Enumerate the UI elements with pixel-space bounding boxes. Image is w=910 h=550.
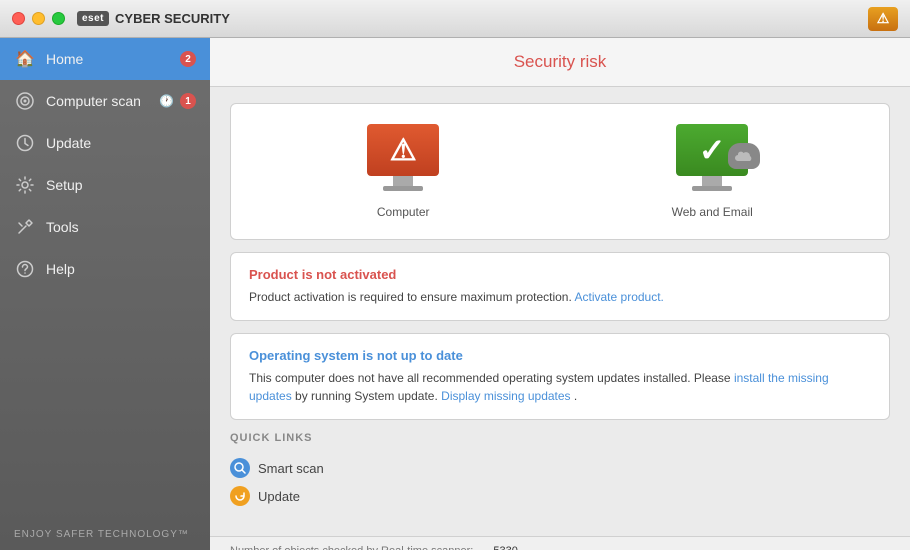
tools-icon — [14, 216, 36, 238]
monitor-stand-right — [702, 176, 722, 186]
sidebar: 🏠 Home 2 Computer scan 🕐 1 — [0, 38, 210, 550]
os-update-alert: Operating system is not up to date This … — [230, 333, 890, 420]
quick-link-update[interactable]: Update — [230, 482, 890, 510]
footer-stats: Number of objects checked by Real-time s… — [210, 536, 910, 550]
sidebar-item-computer-scan[interactable]: Computer scan 🕐 1 — [0, 80, 210, 122]
activate-product-link[interactable]: Activate product. — [575, 290, 664, 304]
os-text-start: This computer does not have all recommen… — [249, 371, 731, 385]
sidebar-item-tools[interactable]: Tools — [0, 206, 210, 248]
sidebar-label-setup: Setup — [46, 177, 83, 193]
app-title: CYBER SECURITY — [115, 11, 230, 26]
app-logo: eset CYBER SECURITY — [77, 11, 230, 26]
os-text-end: . — [574, 389, 577, 403]
update-ql-icon — [230, 486, 250, 506]
main-header: Security risk — [210, 38, 910, 87]
eset-badge: eset — [77, 11, 109, 26]
computer-monitor: ⚠ — [367, 124, 439, 191]
alert-icon: ⚠ — [877, 10, 890, 27]
traffic-lights — [12, 12, 65, 25]
sidebar-label-tools: Tools — [46, 219, 79, 235]
home-icon: 🏠 — [14, 48, 36, 70]
status-cards: ⚠ Computer ✓ — [230, 103, 890, 240]
main-content: Security risk ⚠ Computer — [210, 38, 910, 550]
sidebar-footer: ENJOY SAFER TECHNOLOGY™ — [0, 519, 210, 550]
computer-monitor-screen: ⚠ — [367, 124, 439, 176]
quick-links: QUICK LINKS Smart scan — [230, 432, 890, 520]
sidebar-label-scan: Computer scan — [46, 93, 141, 109]
display-updates-link[interactable]: Display missing updates — [441, 389, 570, 403]
stat-row-1: Number of objects checked by Real-time s… — [230, 545, 890, 550]
sidebar-item-home[interactable]: 🏠 Home 2 — [0, 38, 210, 80]
activation-text-body: Product activation is required to ensure… — [249, 290, 572, 304]
update-icon — [14, 132, 36, 154]
scan-icon-svg — [234, 462, 246, 474]
update-ql-label: Update — [258, 489, 300, 504]
update-icon-svg — [234, 490, 246, 502]
web-email-card-label: Web and Email — [672, 205, 753, 219]
sidebar-item-update[interactable]: Update — [0, 122, 210, 164]
sidebar-item-help[interactable]: Help — [0, 248, 210, 290]
os-update-title: Operating system is not up to date — [249, 348, 871, 363]
computer-card: ⚠ Computer — [367, 124, 439, 219]
setup-icon — [14, 174, 36, 196]
alert-button[interactable]: ⚠ — [868, 7, 898, 31]
activation-title: Product is not activated — [249, 267, 871, 282]
stat-value-1: 5330 — [493, 545, 517, 550]
maximize-button[interactable] — [52, 12, 65, 25]
quick-link-smart-scan[interactable]: Smart scan — [230, 454, 890, 482]
clock-icon: 🕐 — [159, 94, 174, 108]
title-bar: eset CYBER SECURITY ⚠ — [0, 0, 910, 38]
monitor-stand-left — [393, 176, 413, 186]
web-email-card: ✓ Web and Email — [672, 124, 753, 219]
computer-scan-icon — [14, 90, 36, 112]
monitor-base-right — [692, 186, 732, 191]
monitor-base-left — [383, 186, 423, 191]
web-email-monitor-wrap: ✓ — [676, 124, 748, 191]
home-badge: 2 — [180, 51, 196, 67]
cloud-badge — [728, 143, 760, 169]
sidebar-label-help: Help — [46, 261, 75, 277]
os-update-text: This computer does not have all recommen… — [249, 369, 871, 405]
smart-scan-label: Smart scan — [258, 461, 324, 476]
sidebar-label-home: Home — [46, 51, 83, 67]
check-symbol: ✓ — [699, 131, 726, 169]
cloud-icon — [734, 149, 754, 163]
minimize-button[interactable] — [32, 12, 45, 25]
quick-links-title: QUICK LINKS — [230, 432, 890, 444]
os-text-mid: by running System update. — [295, 389, 438, 403]
activation-alert: Product is not activated Product activat… — [230, 252, 890, 321]
stat-label-1: Number of objects checked by Real-time s… — [230, 545, 473, 550]
activation-text: Product activation is required to ensure… — [249, 288, 871, 306]
scan-right: 🕐 1 — [159, 93, 196, 109]
scan-icon — [230, 458, 250, 478]
warning-symbol: ⚠ — [390, 133, 417, 168]
sidebar-label-update: Update — [46, 135, 91, 151]
content-area: ⚠ Computer ✓ — [210, 87, 910, 536]
scan-badge: 1 — [180, 93, 196, 109]
help-icon — [14, 258, 36, 280]
computer-card-label: Computer — [377, 205, 430, 219]
sidebar-item-setup[interactable]: Setup — [0, 164, 210, 206]
app-body: 🏠 Home 2 Computer scan 🕐 1 — [0, 38, 910, 550]
close-button[interactable] — [12, 12, 25, 25]
